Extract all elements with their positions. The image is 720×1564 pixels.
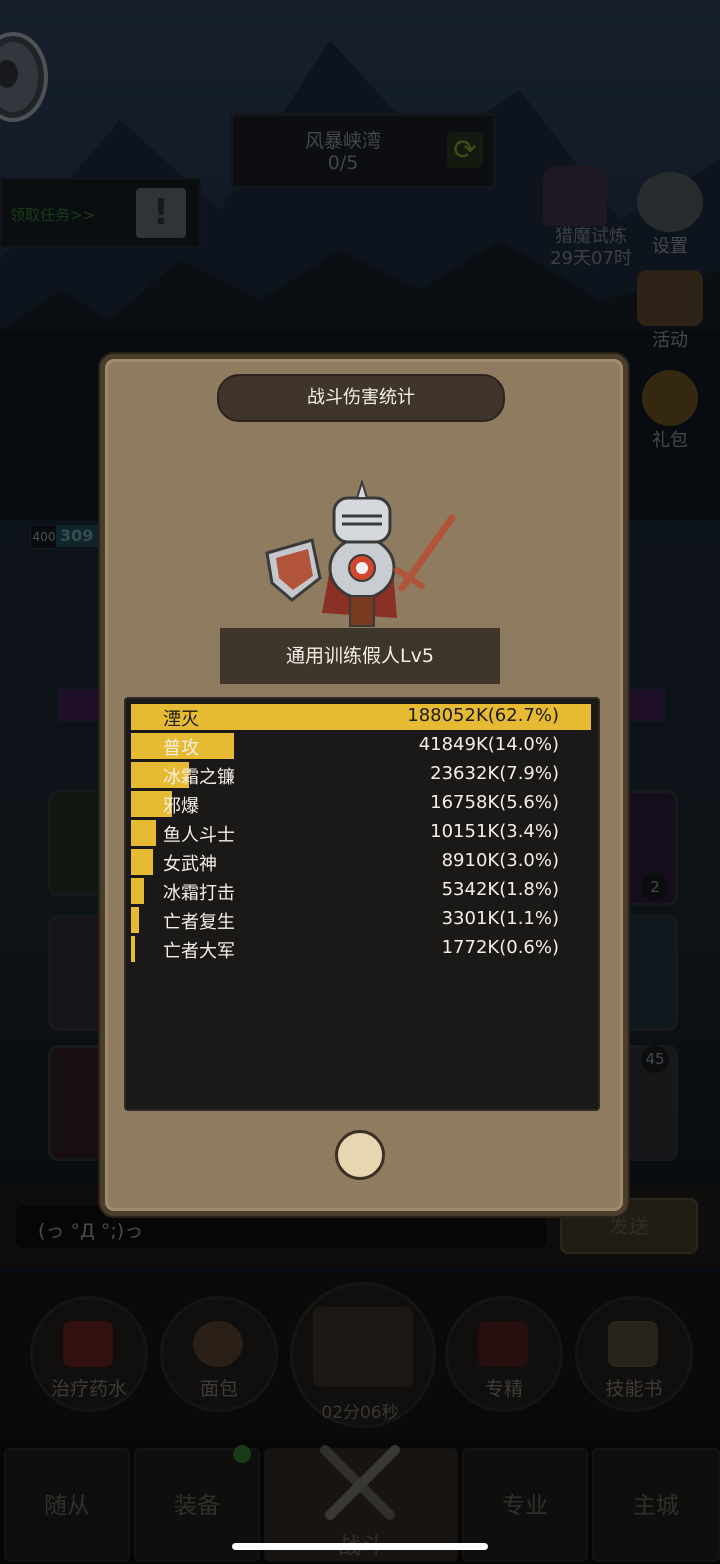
- damage-bar: [131, 849, 153, 875]
- damage-value: 10151K(3.4%): [430, 821, 559, 842]
- skill-name: 亡者大军: [163, 941, 235, 962]
- damage-value: 3301K(1.1%): [441, 908, 559, 929]
- damage-value: 1772K(0.6%): [441, 937, 559, 958]
- damage-value: 23632K(7.9%): [430, 763, 559, 784]
- training-dummy-icon: [265, 478, 456, 627]
- damage-row: 冰霜打击 5342K(1.8%): [131, 878, 591, 904]
- target-name: 通用训练假人Lv5: [220, 628, 500, 684]
- modal-title: 战斗伤害统计: [217, 374, 505, 422]
- skill-name: 亡者复生: [163, 912, 235, 933]
- damage-row: 女武神 8910K(3.0%): [131, 849, 591, 875]
- skill-name: 鱼人斗士: [163, 825, 235, 846]
- skill-name: 普攻: [163, 738, 199, 759]
- damage-value: 41849K(14.0%): [418, 734, 559, 755]
- skill-name: 湮灭: [163, 709, 199, 730]
- damage-value: 16758K(5.6%): [430, 792, 559, 813]
- damage-bar: [131, 878, 144, 904]
- damage-row: 普攻 41849K(14.0%): [131, 733, 591, 759]
- skill-name: 冰霜打击: [163, 883, 235, 904]
- damage-row: 鱼人斗士 10151K(3.4%): [131, 820, 591, 846]
- skill-name: 邪爆: [163, 796, 199, 817]
- skill-name: 女武神: [163, 854, 217, 875]
- damage-row: 亡者大军 1772K(0.6%): [131, 936, 591, 962]
- damage-value: 5342K(1.8%): [441, 879, 559, 900]
- damage-bar: [131, 820, 156, 846]
- damage-value: 8910K(3.0%): [441, 850, 559, 871]
- home-indicator[interactable]: [232, 1543, 488, 1550]
- damage-row: 冰霜之镰 23632K(7.9%): [131, 762, 591, 788]
- close-button[interactable]: [335, 1130, 385, 1180]
- damage-row: 亡者复生 3301K(1.1%): [131, 907, 591, 933]
- damage-bar: [131, 936, 135, 962]
- damage-row: 邪爆 16758K(5.6%): [131, 791, 591, 817]
- damage-row: 湮灭 188052K(62.7%): [131, 704, 591, 730]
- skill-name: 冰霜之镰: [163, 767, 235, 788]
- damage-bar: [131, 907, 139, 933]
- damage-value: 188052K(62.7%): [407, 705, 559, 726]
